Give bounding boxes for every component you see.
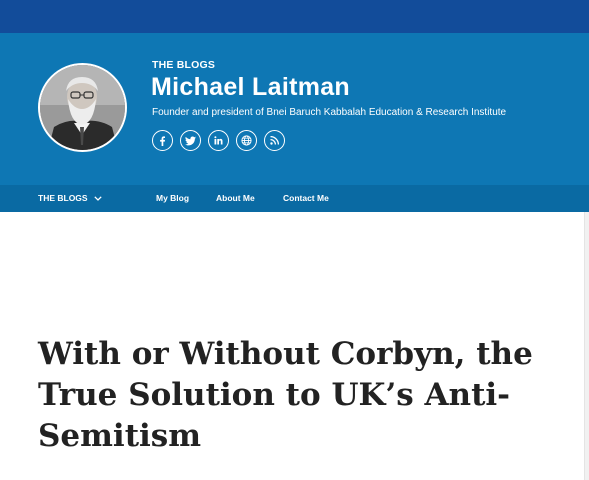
nav-the-blogs-dropdown[interactable]: THE BLOGS: [38, 185, 102, 212]
nav-my-blog[interactable]: My Blog: [156, 185, 189, 212]
author-tagline: Founder and president of Bnei Baruch Kab…: [152, 107, 507, 118]
nav-contact-me[interactable]: Contact Me: [283, 185, 329, 212]
rss-icon[interactable]: [264, 130, 285, 151]
author-header: THE BLOGS Michael Laitman Founder and pr…: [0, 33, 589, 185]
article-title: With or Without Corbyn, the True Solutio…: [38, 336, 533, 454]
website-globe-icon[interactable]: [236, 130, 257, 151]
social-links: [152, 130, 285, 151]
blog-navbar: THE BLOGS My Blog About Me Contact Me: [0, 185, 589, 212]
author-avatar: [38, 63, 127, 152]
facebook-icon[interactable]: [152, 130, 173, 151]
nav-about-me[interactable]: About Me: [216, 185, 255, 212]
twitter-icon[interactable]: [180, 130, 201, 151]
chevron-down-icon: [93, 185, 102, 212]
blog-kicker[interactable]: THE BLOGS: [152, 59, 215, 71]
top-strip: [0, 0, 589, 33]
page-scrollbar[interactable]: [584, 212, 589, 480]
linkedin-icon[interactable]: [208, 130, 229, 151]
nav-the-blogs-label: THE BLOGS: [38, 193, 88, 203]
author-name[interactable]: Michael Laitman: [151, 73, 350, 102]
